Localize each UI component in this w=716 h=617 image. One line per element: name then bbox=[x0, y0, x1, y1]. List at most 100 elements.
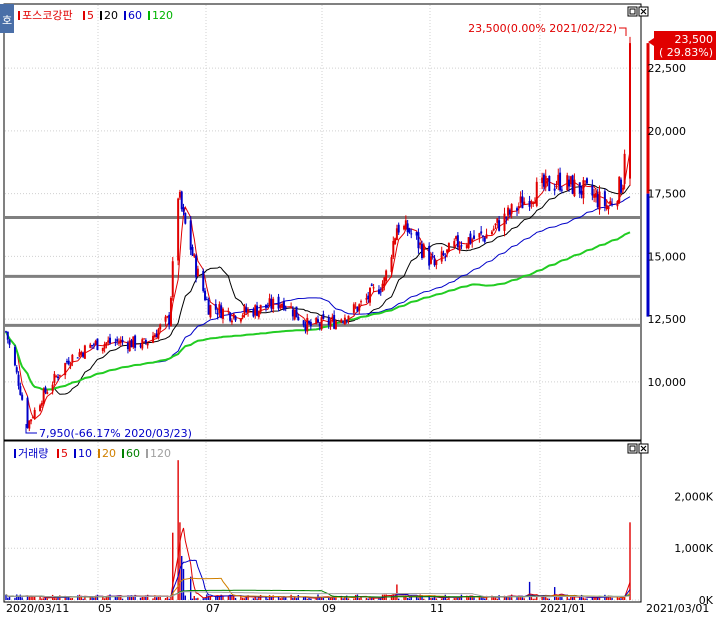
candle-body bbox=[191, 247, 194, 256]
candle-body bbox=[594, 193, 597, 198]
y-tick-label: 15,000 bbox=[648, 250, 687, 263]
volume-bar bbox=[365, 597, 368, 600]
candle-body bbox=[164, 316, 167, 322]
candle-body bbox=[535, 181, 538, 206]
candle-body bbox=[611, 203, 614, 205]
candle-body bbox=[485, 234, 488, 239]
restore-icon[interactable] bbox=[627, 6, 638, 17]
candle-body bbox=[279, 305, 282, 308]
candle-body bbox=[483, 237, 486, 242]
volume-bar bbox=[516, 597, 518, 600]
volume-bar bbox=[371, 598, 373, 600]
candle-body bbox=[320, 317, 323, 330]
candle-body bbox=[33, 409, 36, 418]
volume-bar bbox=[254, 597, 256, 600]
volume-bar bbox=[584, 598, 586, 600]
last-price-label: 23,500 bbox=[675, 33, 714, 46]
candle-body bbox=[507, 207, 510, 216]
candle-body bbox=[616, 201, 619, 207]
candle-body bbox=[429, 256, 432, 264]
candle-body bbox=[214, 304, 217, 310]
candle-body bbox=[395, 228, 398, 241]
candle-body bbox=[13, 346, 16, 366]
candle-body bbox=[404, 220, 407, 230]
legend-swatch bbox=[18, 11, 20, 20]
candle-body bbox=[508, 209, 511, 215]
candle-body bbox=[578, 182, 581, 194]
volume-bar bbox=[16, 594, 18, 600]
candle-body bbox=[57, 376, 59, 378]
candle-body bbox=[435, 260, 438, 265]
candle-body bbox=[117, 342, 120, 344]
volume-bar bbox=[96, 594, 99, 600]
legend-swatch bbox=[83, 11, 85, 20]
volume-bar bbox=[164, 598, 167, 600]
candle-body bbox=[293, 309, 296, 320]
candle-body bbox=[505, 217, 508, 219]
volume-bar bbox=[553, 587, 556, 600]
candle-body bbox=[220, 305, 223, 319]
candle-body bbox=[155, 333, 158, 338]
volume-bar bbox=[396, 584, 398, 600]
candle-body bbox=[370, 284, 373, 286]
legend-swatch bbox=[98, 449, 100, 458]
candle-body bbox=[555, 185, 558, 188]
volume-bar bbox=[342, 598, 344, 600]
candle-body bbox=[447, 243, 450, 252]
volume-bar bbox=[256, 598, 258, 600]
volume-bar bbox=[353, 598, 355, 600]
volume-bar bbox=[423, 598, 425, 600]
candle-body bbox=[239, 318, 242, 322]
volume-bar bbox=[279, 598, 282, 600]
volume-bar bbox=[310, 598, 312, 600]
volume-bar bbox=[534, 598, 536, 600]
candle-body bbox=[403, 225, 406, 230]
volume-bar bbox=[473, 597, 475, 600]
legend-swatch bbox=[57, 449, 59, 458]
candle-body bbox=[216, 313, 219, 315]
legend-label: 거래량 bbox=[18, 447, 48, 460]
volume-bar bbox=[494, 597, 497, 600]
restore-icon[interactable] bbox=[627, 443, 638, 454]
candle-body bbox=[467, 237, 470, 248]
candle-body bbox=[458, 245, 461, 251]
volume-bar bbox=[193, 595, 195, 600]
volume-bar bbox=[496, 598, 499, 600]
candle-body bbox=[58, 374, 61, 376]
candle-body bbox=[46, 392, 49, 394]
volume-bar bbox=[347, 598, 350, 600]
candle-body bbox=[152, 335, 155, 343]
volume-bar bbox=[139, 597, 142, 600]
volume-bar bbox=[69, 598, 72, 600]
volume-bar bbox=[109, 594, 111, 600]
candle-body bbox=[268, 298, 271, 306]
candle-body bbox=[130, 340, 133, 348]
candle-body bbox=[334, 321, 337, 330]
last-change-label: ( 29.83%) bbox=[659, 46, 713, 59]
volume-bar bbox=[629, 522, 631, 600]
candle-body bbox=[585, 178, 588, 184]
volume-bar bbox=[293, 597, 296, 600]
volume-bar bbox=[571, 597, 574, 600]
volume-bar bbox=[430, 597, 432, 600]
candle-body bbox=[598, 191, 601, 210]
candle-body bbox=[533, 201, 536, 204]
volume-bar bbox=[179, 522, 181, 600]
volume-bar bbox=[322, 597, 325, 600]
candle-body bbox=[295, 306, 298, 318]
y-tick-label: 12,500 bbox=[648, 313, 687, 326]
volume-bar bbox=[71, 597, 74, 600]
candle-body bbox=[553, 188, 556, 191]
candle-body bbox=[291, 309, 294, 317]
panel-tag: 호 bbox=[2, 14, 12, 27]
candle-body bbox=[96, 338, 99, 350]
candle-body bbox=[76, 357, 79, 359]
volume-bar bbox=[270, 597, 273, 600]
volume-bar bbox=[471, 597, 473, 600]
candle-body bbox=[428, 245, 431, 266]
candle-body bbox=[442, 253, 445, 256]
candle-body bbox=[548, 176, 551, 192]
x-tick-label: 07 bbox=[206, 602, 220, 615]
volume-bar bbox=[14, 597, 16, 600]
candle-body bbox=[94, 340, 97, 345]
